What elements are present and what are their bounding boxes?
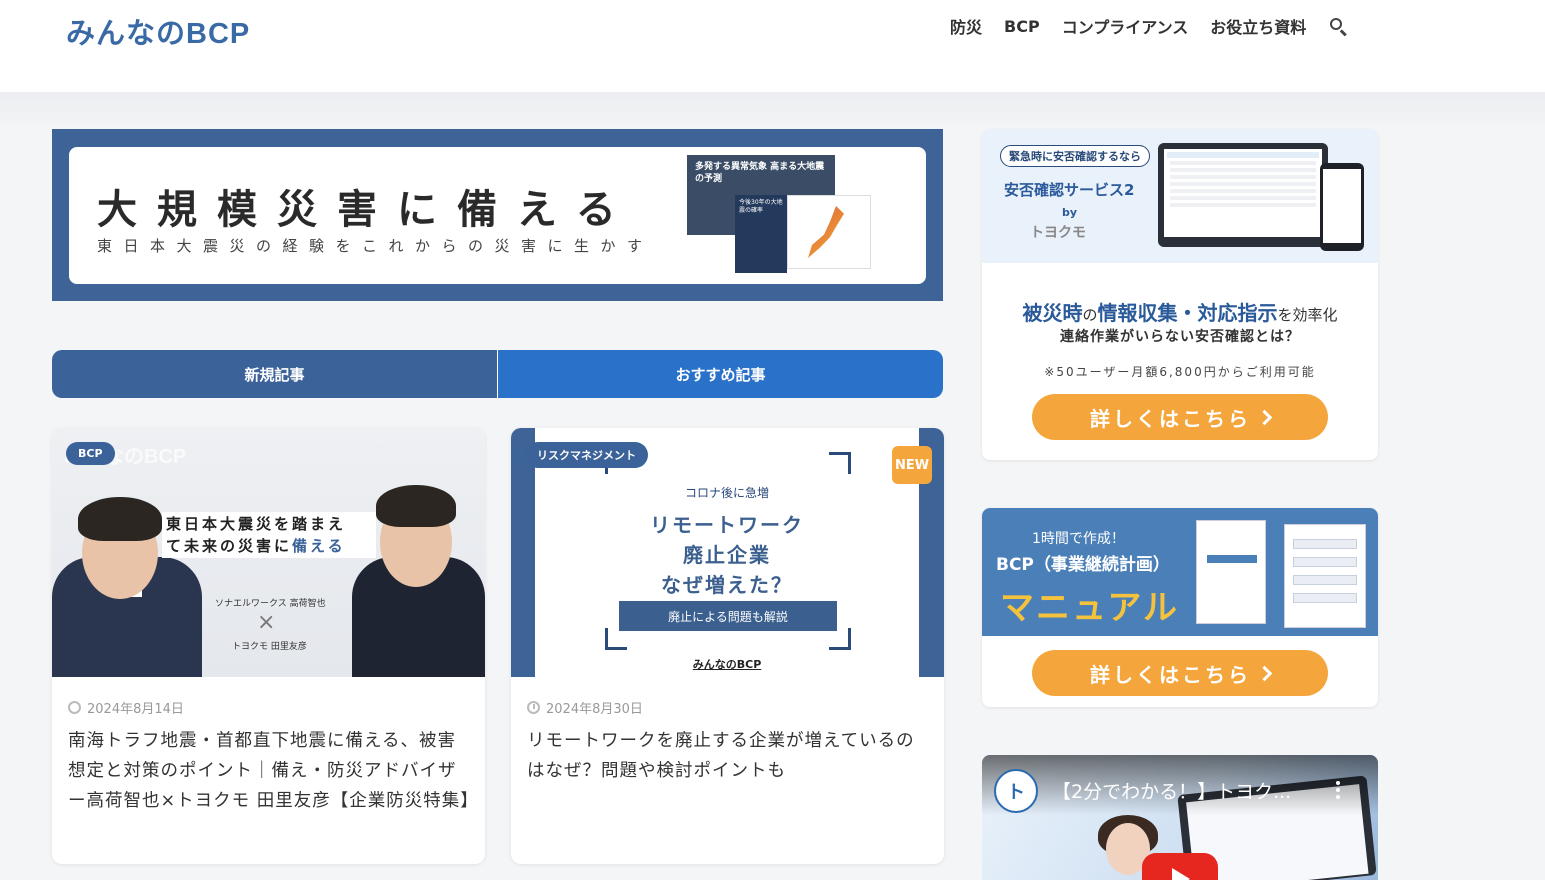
header-shadow [0,92,1545,132]
ad-pre-text: 1時間で作成！ [1032,531,1125,547]
ad-brand: トヨクモ [1030,225,1086,241]
nav-item-resources[interactable]: お役立ち資料 [1210,14,1306,38]
date-text: 2024年8月30日 [546,702,643,717]
thumbnail-title-line-1: リモートワーク [650,513,804,537]
cross-mark: × [257,610,276,635]
video-title[interactable]: 【2分でわかる！】トヨク... [1052,777,1302,804]
main-nav: 防災 BCP コンプライアンス お役立ち資料 [950,14,1348,38]
article-title[interactable]: 南海トラフ地震・首都直下地震に備える、被害想定と対策のポイント｜備え・防災アドバ… [68,726,478,816]
ad-by: by [1062,206,1078,219]
article-date: 2024年8月14日 [68,698,184,717]
phone-image [1320,163,1364,251]
new-badge: NEW [892,446,932,484]
quote-line-1: 東日本大震災を踏まえ [166,515,347,533]
details-button-label: 詳しくはこちら [1090,662,1251,687]
article-title[interactable]: リモートワークを廃止する企業が増えているのはなぜ？問題や検討ポイントも [527,726,931,786]
headline-part-b: の [1082,306,1098,324]
article-thumbnail[interactable]: みんなのBCP 東日本大震災を踏まえ て未来の災害に備える ソナエルワークス 高… [52,428,485,677]
refresh-icon [68,701,81,714]
play-button-icon[interactable] [1142,853,1218,880]
person-photo-left [52,477,202,677]
category-label[interactable]: BCP [66,442,115,465]
thumbnail-title: リモートワーク 廃止企業 なぜ増えた？ [535,510,919,600]
tab-recommended-articles[interactable]: おすすめ記事 [498,350,943,398]
site-header: みんなのBCP 防災 BCP コンプライアンス お役立ち資料 [0,0,1545,92]
thumbnail-logo: みんなのBCP [692,658,762,671]
hero-book2-image: 今後30年の大地震の確率 [735,195,787,273]
youtube-video-embed[interactable]: ト 【2分でわかる！】トヨク... [982,755,1378,880]
ad-big-text: マニュアル [1000,588,1179,628]
details-button[interactable]: 詳しくはこちら [1032,394,1328,440]
hero-title: 大規模災害に備える [97,186,636,233]
article-date: 2024年8月30日 [527,698,643,717]
clock-icon [527,701,540,714]
speaker-name-2: トヨクモ 田里友彦 [232,642,307,652]
details-button-label: 詳しくはこちら [1090,406,1251,431]
nav-item-compliance[interactable]: コンプライアンス [1062,14,1189,38]
chevron-right-icon [1256,665,1273,681]
chevron-right-icon [1256,409,1273,425]
speaker-name-1: ソナエルワークス 高荷智也 [215,599,326,609]
thumbnail-pre-text: コロナ後に急増 [684,486,769,500]
ad-image-area: 緊急時に安否確認するなら 安否確認サービス2 by トヨクモ [982,129,1378,263]
article-thumbnail[interactable]: コロナ後に急増 リモートワーク 廃止企業 なぜ増えた？ 廃止による問題も解説 み… [511,428,944,677]
article-card[interactable]: コロナ後に急増 リモートワーク 廃止企業 なぜ増えた？ 廃止による問題も解説 み… [511,428,944,864]
quote-line-2: て未来の災害に備える [166,535,372,557]
document-image [1196,520,1266,624]
ad-price-note: ※50ユーザー月額6,800円からご利用可能 [1044,365,1316,379]
article-card[interactable]: みんなのBCP 東日本大震災を踏まえ て未来の災害に備える ソナエルワークス 高… [52,428,485,864]
thumbnail-bar: 廃止による問題も解説 [619,601,837,631]
headline-part-d: を効率化 [1277,306,1338,324]
ad-mid-text: BCP（事業継続計画） [996,555,1170,575]
quote-highlight: 備える [292,537,346,555]
ad-service-name: 安否確認サービス2 [1004,181,1135,199]
search-icon[interactable] [1328,16,1348,37]
hero-subtitle: 東日本大震災の経験をこれからの災害に生かす [97,237,654,255]
nav-item-bcp[interactable]: BCP [1004,17,1040,36]
category-label[interactable]: リスクマネジメント [525,442,648,468]
site-logo[interactable]: みんなのBCP [66,10,250,52]
more-options-icon[interactable] [1336,781,1340,803]
ad-headline: 被災時の情報収集・対応指示を効率化 [982,297,1378,326]
hero-japan-map-image [787,195,871,269]
headline-part-a: 被災時 [1022,301,1083,325]
date-text: 2024年8月14日 [87,702,184,717]
hero-banner[interactable]: 大規模災害に備える 東日本大震災の経験をこれからの災害に生かす 多発する異常気象… [52,129,943,301]
nav-item-bousai[interactable]: 防災 [950,14,982,38]
monitor-image [1158,143,1328,247]
sidebar-ad-anpi[interactable]: 緊急時に安否確認するなら 安否確認サービス2 by トヨクモ 被災時の情報収集・… [982,129,1378,460]
ad-subheadline: 連絡作業がいらない安否確認とは？ [1060,329,1300,345]
document-table-image [1284,524,1366,628]
tab-new-articles[interactable]: 新規記事 [52,350,498,398]
person-photo-right [342,467,485,677]
thumbnail-title-line-2: 廃止企業 [683,543,771,567]
quote-line-2a: て未来の災害に [166,537,293,555]
ad-pill: 緊急時に安否確認するなら [1000,145,1150,167]
headline-part-c: 情報収集・対応指示 [1097,301,1278,325]
hero-inner: 大規模災害に備える 東日本大震災の経験をこれからの災害に生かす 多発する異常気象… [69,147,926,284]
details-button[interactable]: 詳しくはこちら [1032,650,1328,696]
thumbnail-quote: 東日本大震災を踏まえ て未来の災害に備える [162,512,376,558]
thumbnail-title-line-3: なぜ増えた？ [661,573,793,597]
article-tabs: 新規記事 おすすめ記事 [52,350,943,398]
sidebar-ad-bcp-manual[interactable]: 1時間で作成！ BCP（事業継続計画） マニュアル 詳しくはこちら [982,508,1378,707]
channel-avatar[interactable]: ト [994,769,1038,813]
ad-image-area: 1時間で作成！ BCP（事業継続計画） マニュアル [982,508,1378,636]
